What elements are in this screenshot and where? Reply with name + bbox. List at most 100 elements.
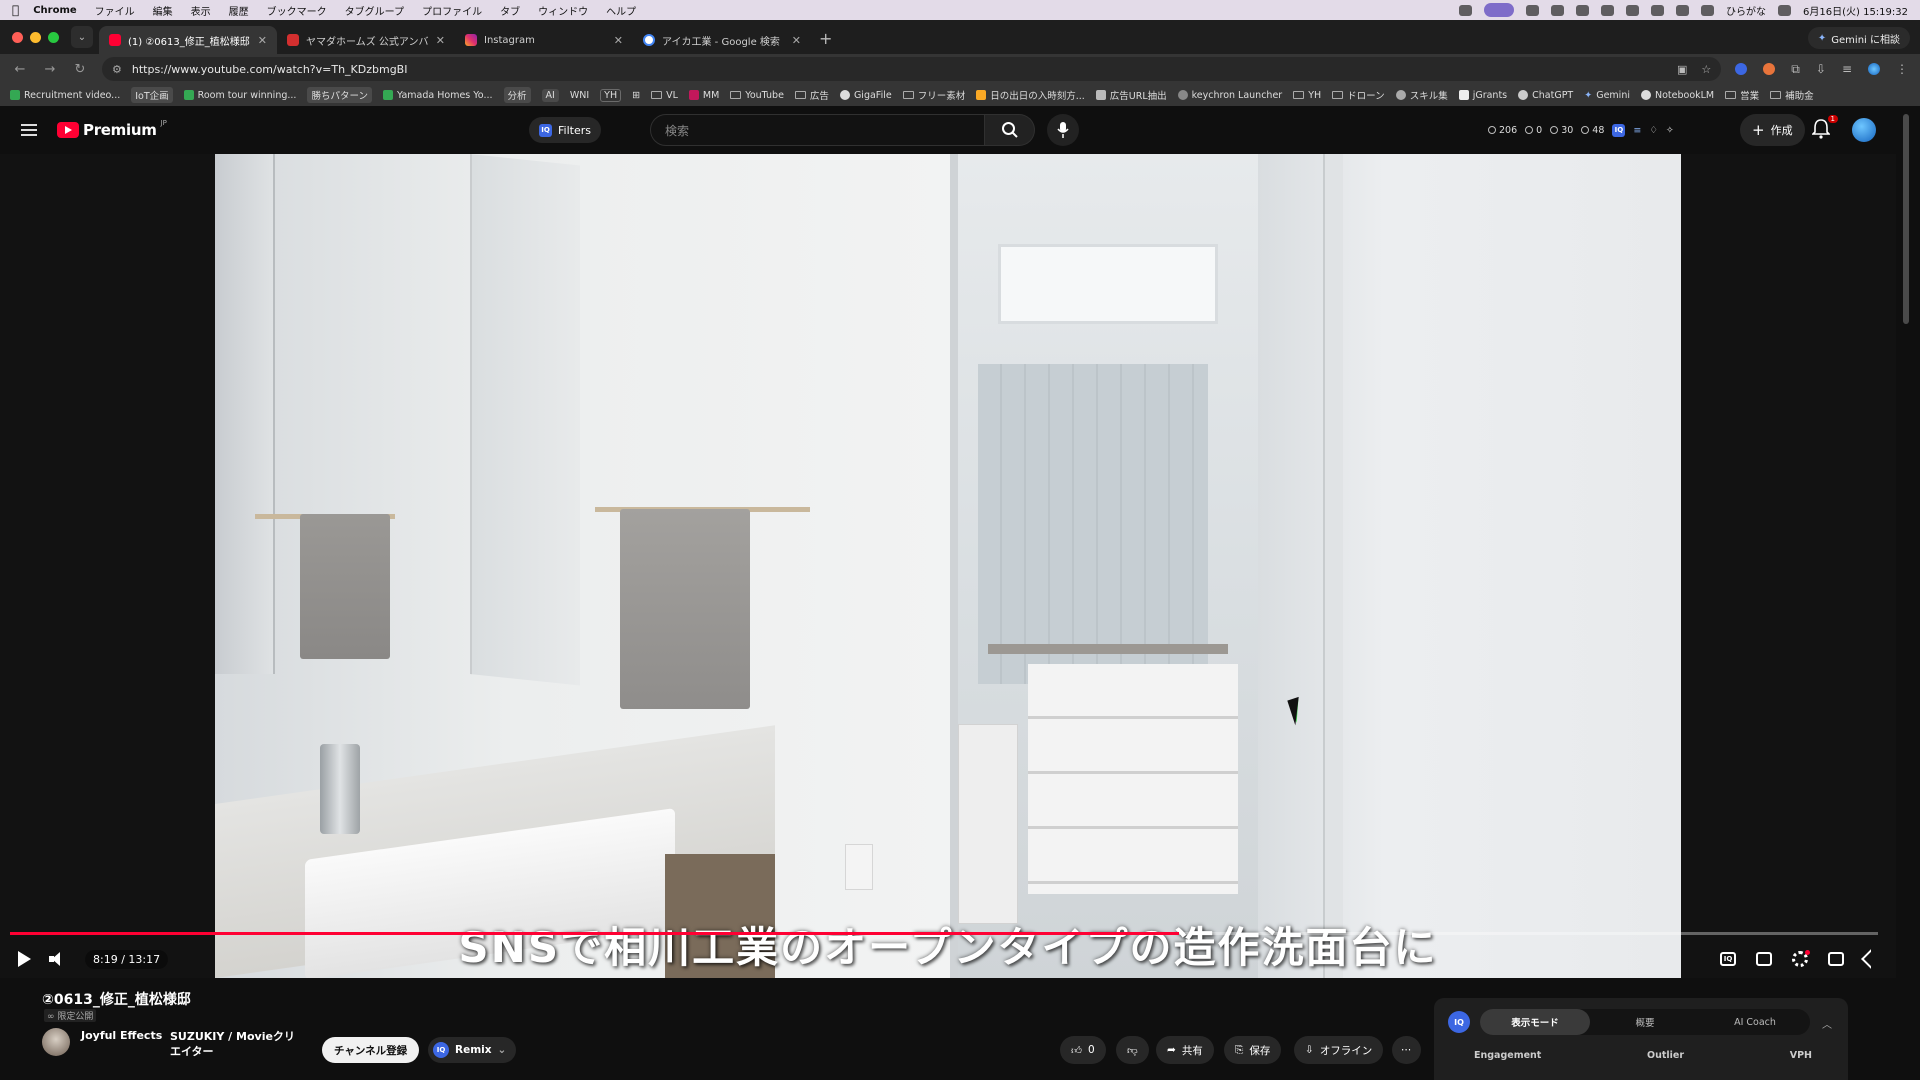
notifications-button[interactable]: 1 <box>1811 115 1838 141</box>
tab-overview[interactable]: 概要 <box>1590 1009 1700 1035</box>
tab-display-mode[interactable]: 表示モード <box>1480 1009 1590 1035</box>
menu-file[interactable]: ファイル <box>95 3 135 18</box>
dislike-button[interactable]: 👎︎ <box>1116 1036 1149 1064</box>
voice-search-button[interactable] <box>1047 114 1079 146</box>
list-icon[interactable]: ≡ <box>1633 125 1641 136</box>
battery-icon[interactable] <box>1626 4 1640 16</box>
bookmark-item[interactable]: WNI <box>570 90 589 101</box>
menubar-status-icon[interactable] <box>1526 4 1540 16</box>
menu-tab-groups[interactable]: タブグループ <box>345 3 404 18</box>
menu-history[interactable]: 履歴 <box>229 3 249 18</box>
channel-name[interactable]: Joyful Effects <box>81 1029 162 1042</box>
profile-avatar-icon[interactable] <box>1868 63 1880 75</box>
theater-mode-icon[interactable] <box>1828 952 1844 966</box>
chevron-up-icon[interactable]: ︿ <box>1822 1016 1832 1031</box>
like-button[interactable]: 👍︎ 0 <box>1060 1036 1106 1064</box>
bookmark-item[interactable]: AI <box>541 88 559 102</box>
search-input[interactable]: 検索 <box>650 114 985 146</box>
close-window-button[interactable] <box>12 31 23 43</box>
control-center-icon[interactable] <box>1778 4 1792 16</box>
bookmark-folder[interactable]: YouTube <box>730 90 784 101</box>
save-button[interactable]: ⎘ 保存 <box>1224 1036 1282 1064</box>
bookmark-folder[interactable]: フリー素材 <box>902 88 965 102</box>
address-bar[interactable]: ⚙ https://www.youtube.com/watch?v=Th_KDz… <box>102 57 1722 81</box>
tab-search-button[interactable]: ⌄ <box>71 26 93 48</box>
subscribe-button[interactable]: チャンネル登録 <box>322 1037 420 1063</box>
new-tab-button[interactable]: + <box>819 29 832 48</box>
more-actions-button[interactable]: ⋯ <box>1392 1036 1421 1064</box>
tab-ai-coach[interactable]: AI Coach <box>1700 1009 1810 1035</box>
minimize-window-button[interactable] <box>30 31 41 43</box>
volume-icon[interactable] <box>49 952 67 966</box>
stat-clock[interactable]: 206 <box>1488 125 1517 136</box>
bookmark-folder[interactable]: ドローン <box>1332 88 1385 102</box>
settings-gear-icon[interactable] <box>1792 950 1810 967</box>
bookmark-folder[interactable]: YH <box>1293 90 1321 101</box>
page-scrollbar[interactable] <box>1896 106 1920 1080</box>
youtube-premium-logo[interactable]: Premium JP <box>57 119 167 139</box>
bookmark-item[interactable]: GigaFile <box>839 90 892 101</box>
video-frame[interactable] <box>215 154 1681 978</box>
stat-views[interactable]: 0 <box>1525 125 1542 136</box>
bulb-icon[interactable]: ♢ <box>1649 125 1658 136</box>
bookmark-item[interactable]: 広告URL抽出 <box>1095 88 1167 102</box>
create-button[interactable]: + 作成 <box>1740 114 1805 146</box>
input-mode-indicator[interactable]: ひらがな <box>1726 3 1766 18</box>
bookmark-item[interactable]: YH <box>600 88 622 102</box>
browser-tab-yamada[interactable]: ヤマダホームズ 公式アンバサダー ✕ <box>277 26 455 54</box>
screen-share-indicator-icon[interactable] <box>1484 3 1515 17</box>
search-button[interactable] <box>985 114 1035 146</box>
progress-bar[interactable] <box>10 932 1878 935</box>
bookmark-item[interactable]: 分析 <box>503 87 531 103</box>
remix-button[interactable]: IQ Remix ⌄ <box>428 1037 517 1063</box>
menu-bookmarks[interactable]: ブックマーク <box>267 3 327 18</box>
close-tab-icon[interactable]: ✕ <box>436 34 445 47</box>
gemini-button[interactable]: ✦ Gemini に相談 <box>1807 27 1910 49</box>
address-url[interactable]: https://www.youtube.com/watch?v=Th_KDzbm… <box>132 63 408 76</box>
bookmark-item[interactable]: 勝ちパターン <box>307 87 372 103</box>
scrollbar-thumb[interactable] <box>1903 114 1909 324</box>
volume-icon[interactable] <box>1651 4 1665 16</box>
filters-button[interactable]: IQ Filters <box>529 117 601 143</box>
bookmark-item[interactable]: スキル集 <box>1395 88 1448 102</box>
back-arrow-icon[interactable]: ← <box>12 62 28 77</box>
forward-arrow-icon[interactable]: → <box>42 62 58 77</box>
menubar-status-icon[interactable] <box>1601 4 1615 16</box>
menubar-status-icon[interactable] <box>1576 4 1590 16</box>
vidiq-icon[interactable]: IQ <box>1448 1011 1470 1033</box>
channel-avatar[interactable] <box>42 1028 70 1056</box>
bookmark-folder[interactable]: 補助金 <box>1770 88 1814 102</box>
video-player[interactable]: SNSで相川工業のオープンタイプの造作洗面台に 8:19 / 13:17 IQ <box>0 154 1896 978</box>
bookmark-folder[interactable]: 営業 <box>1725 88 1759 102</box>
bluetooth-icon[interactable] <box>1676 4 1690 16</box>
bookmark-item[interactable]: Room tour winning... <box>183 90 296 101</box>
menu-help[interactable]: ヘルプ <box>606 3 636 18</box>
download-icon[interactable]: ⇩ <box>1816 62 1826 76</box>
bookmark-folder[interactable]: VL <box>651 90 678 101</box>
bookmark-item[interactable]: MM <box>688 90 719 101</box>
bookmark-item[interactable]: jGrants <box>1458 90 1507 101</box>
stat-watch[interactable]: 30 <box>1550 125 1573 136</box>
extensions-puzzle-icon[interactable]: ⧉ <box>1791 62 1800 77</box>
menubar-clock[interactable]: 6月16日(火) 15:19:32 <box>1803 3 1908 18</box>
bookmark-item[interactable]: Yamada Homes Yo... <box>382 90 493 101</box>
bookmark-item[interactable]: IoT企画 <box>131 87 173 103</box>
sparkle-icon[interactable]: ✧ <box>1666 125 1674 136</box>
reload-icon[interactable]: ↻ <box>72 62 88 77</box>
media-control-icon[interactable]: ≡ <box>1842 62 1852 76</box>
menu-window[interactable]: ウィンドウ <box>538 3 588 18</box>
bookmark-star-icon[interactable]: ☆ <box>1701 63 1711 76</box>
offline-download-button[interactable]: ⇩ オフライン <box>1294 1036 1384 1064</box>
bookmark-item[interactable]: ✦ Gemini <box>1584 90 1630 101</box>
close-tab-icon[interactable]: ✕ <box>614 34 623 47</box>
vidiq-extension-icon[interactable] <box>1735 63 1748 75</box>
install-app-icon[interactable]: ▣ <box>1677 63 1687 76</box>
close-tab-icon[interactable]: ✕ <box>792 34 801 47</box>
menu-profiles[interactable]: プロファイル <box>422 3 482 18</box>
menu-tab[interactable]: タブ <box>500 3 520 18</box>
site-info-icon[interactable]: ⚙ <box>112 63 122 76</box>
apps-grid-icon[interactable]: ⊞ <box>632 90 640 101</box>
bookmark-folder[interactable]: 広告 <box>794 88 829 102</box>
menu-app-name[interactable]: Chrome <box>33 5 76 16</box>
vidiq-player-icon[interactable]: IQ <box>1720 952 1736 966</box>
